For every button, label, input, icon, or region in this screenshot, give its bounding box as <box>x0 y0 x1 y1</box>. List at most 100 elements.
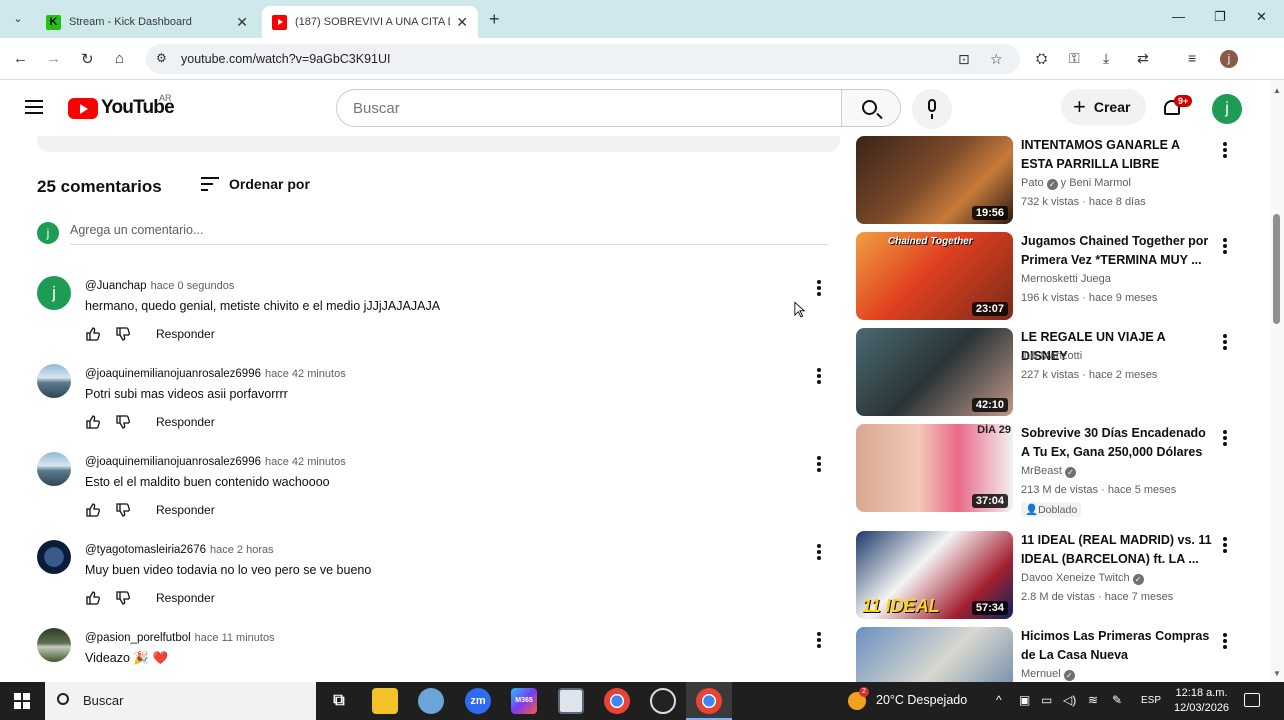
recommended-video[interactable]: Hicimos Las Primeras Compras de La Casa … <box>856 627 1238 682</box>
comment-author[interactable]: @pasion_porelfutbol <box>85 632 191 644</box>
weather-text[interactable]: 20°C Despejado <box>876 693 967 707</box>
reply-button[interactable]: Responder <box>156 591 215 605</box>
channel-collab[interactable]: y Beni Marmol <box>1061 177 1131 189</box>
taskbar-clock[interactable]: 12:18 a.m. 12/03/2026 <box>1174 686 1229 716</box>
voice-search-button[interactable] <box>912 89 952 129</box>
window-close-icon[interactable]: ✕ <box>1256 9 1267 25</box>
url-text[interactable]: youtube.com/watch?v=9aGbC3K91UI <box>181 52 391 66</box>
notification-center-icon[interactable] <box>1244 693 1260 707</box>
thumbs-up-icon[interactable] <box>85 326 101 342</box>
reload-icon[interactable]: ↻ <box>81 50 94 68</box>
sort-by-button[interactable]: Ordenar por <box>229 176 310 192</box>
zoom-icon[interactable]: zm <box>465 688 491 714</box>
video-title[interactable]: Sobrevive 30 Días Encadenado A Tu Ex, Ga… <box>1021 424 1213 462</box>
show-hidden-icons-icon[interactable]: ^ <box>996 693 1002 707</box>
tab-search-menu-icon[interactable]: ⌄ <box>8 9 28 29</box>
active-app-highlight[interactable] <box>686 682 732 720</box>
channel-name[interactable]: Davoo Xeneize Twitch <box>1021 572 1130 584</box>
comment-time[interactable]: hace 42 minutos <box>265 368 346 380</box>
media-control-icon[interactable]: ≡ <box>1188 50 1196 66</box>
new-tab-button[interactable]: + <box>489 9 500 30</box>
scrollbar-thumb[interactable] <box>1273 214 1280 324</box>
home-icon[interactable]: ⌂ <box>115 50 124 67</box>
app-icon[interactable] <box>418 688 444 714</box>
recommended-video[interactable]: DÍA 29 37:04 Sobrevive 30 Días Encadenado… <box>856 424 1238 518</box>
close-icon[interactable]: ✕ <box>236 14 248 31</box>
more-options-icon[interactable] <box>1223 537 1229 553</box>
comment-author[interactable]: @tyagotomasleiria2676 <box>85 544 206 556</box>
user-avatar[interactable]: j <box>1212 94 1242 124</box>
tab-youtube-video[interactable]: (187) SOBREVIVI A UNA CITA D ✕ <box>262 6 478 38</box>
browser-profile-avatar[interactable]: j <box>1220 50 1238 68</box>
page-scrollbar[interactable]: ▲ ▼ <box>1270 80 1284 682</box>
video-channel[interactable]: Mernuel ✓ <box>1021 668 1078 681</box>
obs-studio-icon[interactable] <box>650 688 676 714</box>
battery-icon[interactable]: ▭ <box>1041 693 1052 707</box>
reply-button[interactable]: Responder <box>156 415 215 429</box>
tab-kick-dashboard[interactable]: K Stream - Kick Dashboard ✕ <box>36 6 258 38</box>
password-key-icon[interactable]: ⚿ <box>1069 50 1080 67</box>
chrome-icon[interactable] <box>696 688 722 714</box>
file-explorer-icon[interactable] <box>372 688 398 714</box>
more-options-icon[interactable] <box>1223 430 1229 446</box>
download-icon[interactable]: ⤓ <box>1103 50 1109 67</box>
video-channel[interactable]: Davoo Xeneize Twitch ✓ <box>1021 572 1147 585</box>
more-options-icon[interactable] <box>1223 238 1229 254</box>
minimize-icon[interactable]: — <box>1172 9 1185 24</box>
reply-button[interactable]: Responder <box>156 503 215 517</box>
translate-icon[interactable]: ⇄ <box>1137 50 1149 67</box>
back-arrow-icon[interactable]: ← <box>13 50 28 67</box>
more-options-icon[interactable] <box>817 456 823 472</box>
add-comment-input[interactable]: Agrega un comentario... <box>70 223 828 245</box>
taskbar-search-box[interactable]: Buscar <box>45 682 316 720</box>
video-channel[interactable]: MrBeast ✓ <box>1021 465 1079 478</box>
reply-button[interactable]: Responder <box>156 327 215 341</box>
avatar[interactable]: j <box>37 276 71 310</box>
avatar[interactable] <box>37 452 71 486</box>
more-options-icon[interactable] <box>1223 334 1229 350</box>
task-view-icon[interactable]: ⧉ <box>326 688 352 714</box>
comment-time[interactable]: hace 11 minutos <box>195 632 275 644</box>
thumbs-up-icon[interactable] <box>85 502 101 518</box>
incognito-icon[interactable]: ⛭ <box>1036 50 1047 67</box>
video-title[interactable]: Hicimos Las Primeras Compras de La Casa … <box>1021 627 1213 665</box>
recommended-video[interactable]: Chained Together 23:07 Jugamos Chained To… <box>856 232 1238 320</box>
channel-name[interactable]: Pato <box>1021 177 1044 189</box>
more-options-icon[interactable] <box>1223 142 1229 158</box>
avatar[interactable] <box>37 628 71 662</box>
search-button[interactable] <box>841 89 901 127</box>
comment-time[interactable]: hace 2 horas <box>210 544 274 556</box>
thumbs-up-icon[interactable] <box>85 414 101 430</box>
thumbs-down-icon[interactable] <box>115 414 131 430</box>
thumbs-up-icon[interactable] <box>85 590 101 606</box>
thumbs-down-icon[interactable] <box>115 502 131 518</box>
create-button[interactable]: + Crear <box>1061 89 1146 125</box>
camera-icon[interactable]: ▣ <box>1019 693 1030 707</box>
video-title[interactable]: Jugamos Chained Together por Primera Vez… <box>1021 232 1213 270</box>
video-thumbnail[interactable]: DÍA 29 37:04 <box>856 424 1013 512</box>
video-thumbnail[interactable]: 11 IDEAL 57:34 <box>856 531 1013 619</box>
thumbs-down-icon[interactable] <box>115 590 131 606</box>
site-info-icon[interactable]: ⚙ <box>156 51 167 65</box>
channel-name[interactable]: Mernosketti Juega <box>1021 273 1111 285</box>
comment-author[interactable]: @joaquinemilianojuanrosalez6996 <box>85 368 261 380</box>
search-input[interactable]: Buscar <box>336 89 842 127</box>
more-options-icon[interactable] <box>817 632 823 648</box>
channel-name[interactable]: Mernuel <box>1021 668 1061 680</box>
video-channel[interactable]: Pato ✓ y Beni Marmol <box>1021 177 1131 190</box>
more-options-icon[interactable] <box>817 280 823 296</box>
speaker-icon[interactable]: ◁) <box>1063 693 1076 707</box>
video-thumbnail[interactable]: 19:56 <box>856 136 1013 224</box>
language-indicator[interactable]: ESP <box>1141 695 1161 706</box>
video-title[interactable]: 11 IDEAL (REAL MADRID) vs. 11 IDEAL (BAR… <box>1021 531 1213 569</box>
calculator-icon[interactable] <box>558 688 584 714</box>
install-app-icon[interactable]: ⊡ <box>958 51 970 68</box>
channel-name[interactable]: Juli Manzotti <box>1021 350 1082 362</box>
windows-start-icon[interactable] <box>14 693 30 709</box>
video-title[interactable]: INTENTAMOS GANARLE A ESTA PARRILLA LIBRE <box>1021 136 1213 174</box>
channel-name[interactable]: MrBeast <box>1021 465 1062 477</box>
menu-icon[interactable] <box>25 100 43 114</box>
more-options-icon[interactable] <box>1223 633 1229 649</box>
thumbs-down-icon[interactable] <box>115 326 131 342</box>
more-options-icon[interactable] <box>817 544 823 560</box>
